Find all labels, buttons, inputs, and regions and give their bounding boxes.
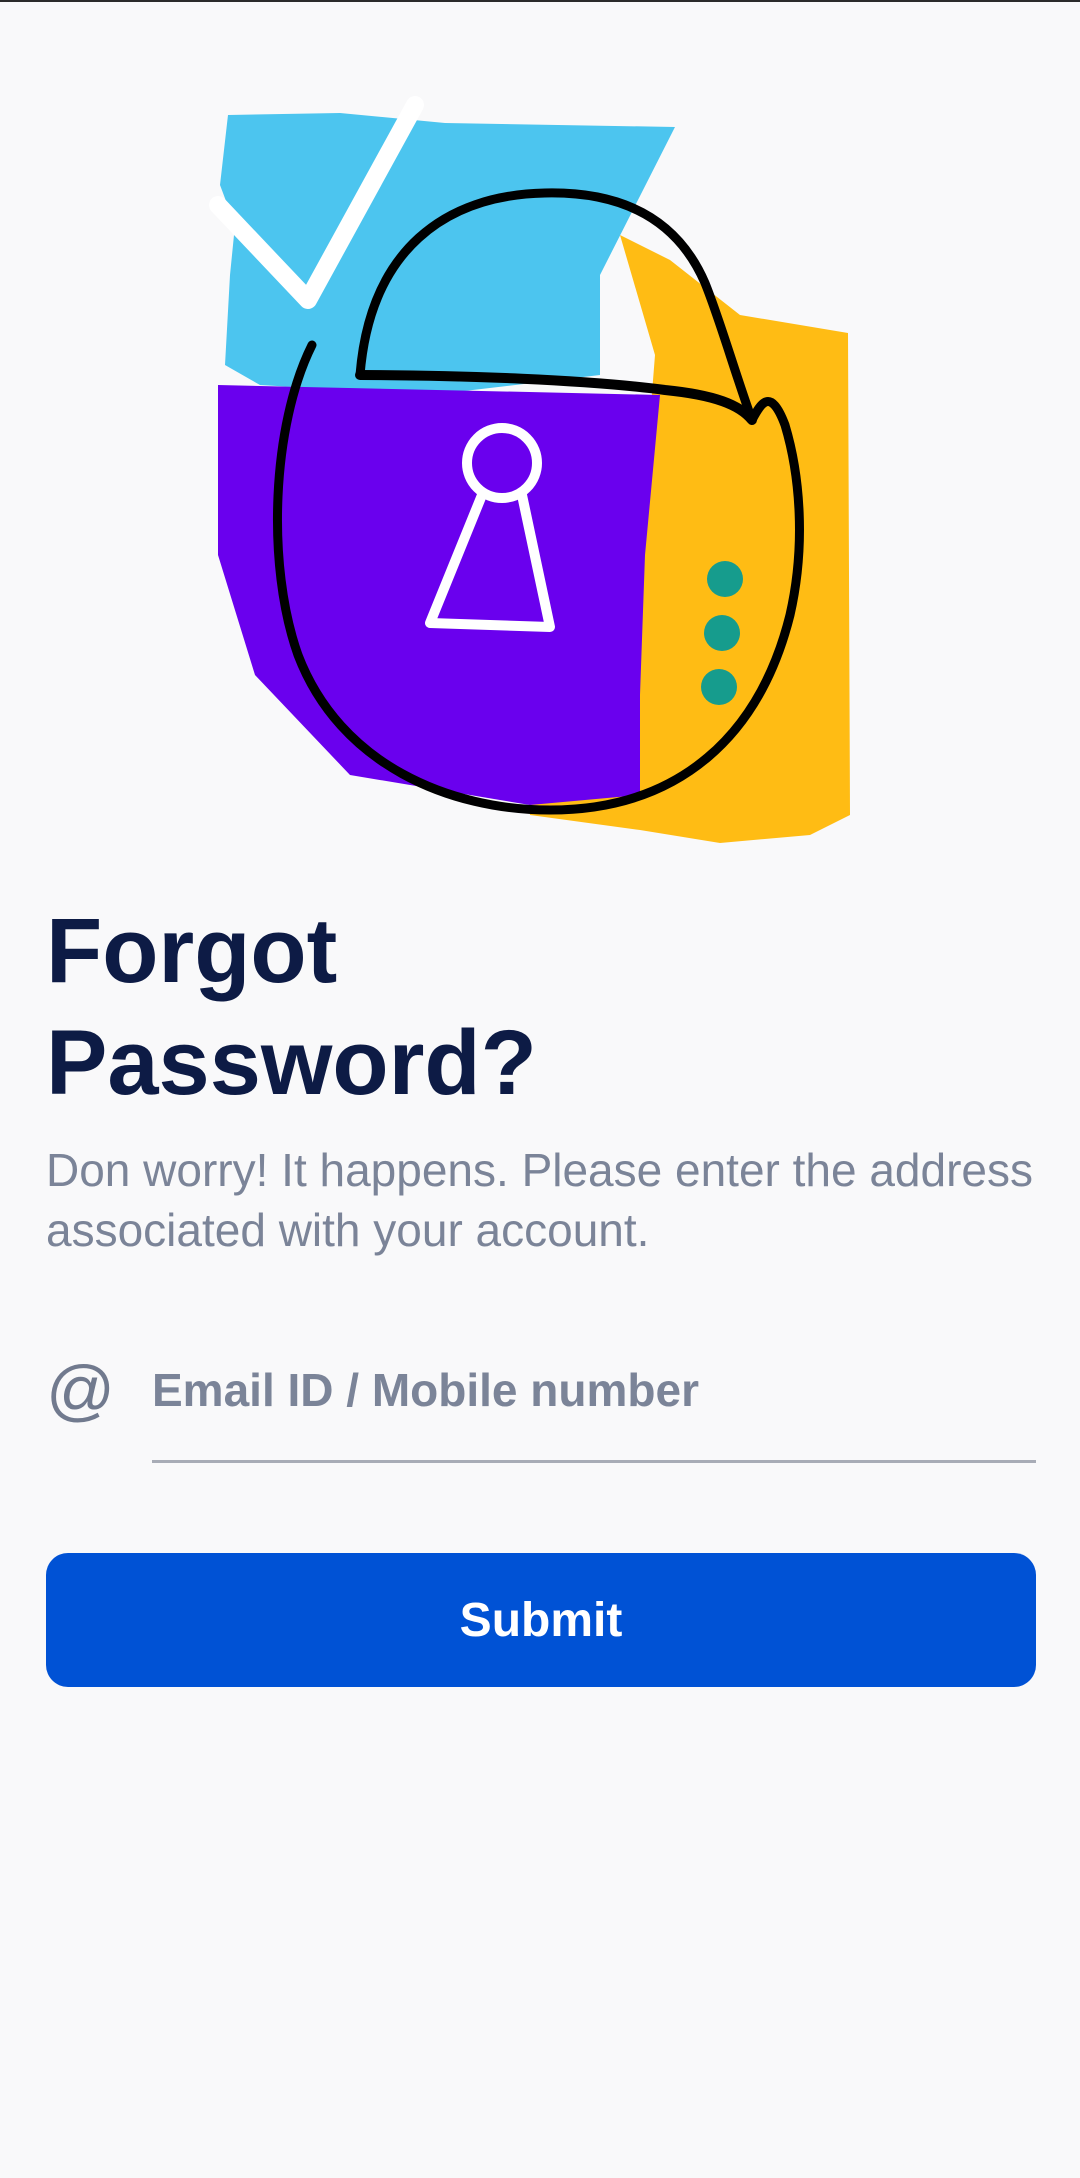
email-mobile-input[interactable] [152, 1355, 1036, 1425]
top-edge [0, 0, 1080, 2]
padlock-illustration-icon [209, 96, 850, 843]
at-sign-icon: @ [46, 1352, 116, 1428]
page-subtitle: Don worry! It happens. Please enter the … [46, 1144, 1034, 1256]
submit-button[interactable]: Submit [46, 1553, 1036, 1687]
email-field-underline [152, 1460, 1036, 1463]
blue-paint-shape [220, 113, 675, 395]
page-title: Forgot Password? [46, 900, 537, 1114]
